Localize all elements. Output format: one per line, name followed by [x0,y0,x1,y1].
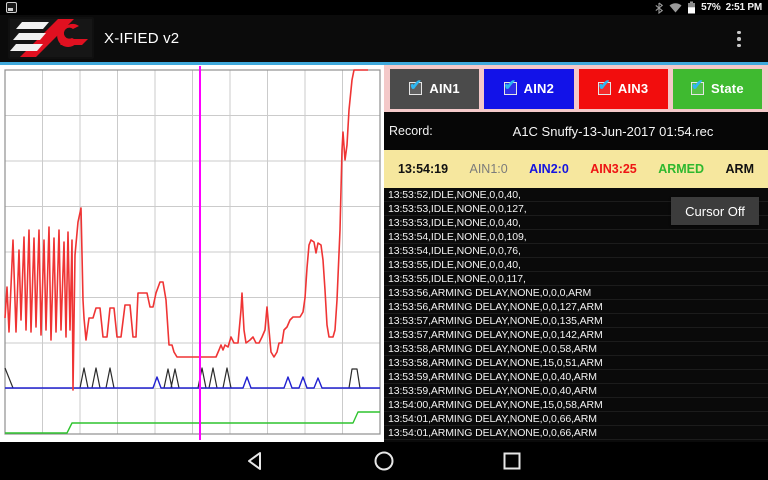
log-row[interactable]: 13:53:58,ARMING DELAY,NONE,0,0,58,ARM [384,342,768,356]
readout-ain3: AIN3:25 [590,162,637,176]
log-row[interactable]: 13:53:57,ARMING DELAY,NONE,0,0,135,ARM [384,314,768,328]
log-row[interactable]: 13:53:55,IDLE,NONE,0,0,117, [384,272,768,286]
readout-time: 13:54:19 [398,162,448,176]
channel-toggle-state[interactable]: ✔ State [673,69,762,109]
chart-canvas[interactable] [0,65,384,442]
log-row[interactable]: 13:53:56,ARMING DELAY,NONE,0,0,0,ARM [384,286,768,300]
log-row[interactable]: 13:53:59,ARMING DELAY,NONE,0,0,40,ARM [384,384,768,398]
nav-home-button[interactable] [372,450,396,472]
checkbox-checked-icon: ✔ [504,82,517,95]
readout-armed: ARMED [658,162,704,176]
record-filename[interactable]: A1C Snuffy-13-Jun-2017 01:54.rec [472,124,768,139]
log-row[interactable]: 13:54:01,ARMING DELAY,NONE,0,0,66,ARM [384,426,768,440]
checkbox-checked-icon: ✔ [409,82,422,95]
battery-percent: 57% [701,2,720,13]
log-list[interactable]: Cursor Off 13:53:52,IDLE,NONE,0,0,40,13:… [384,188,768,442]
clock: 2:51 PM [726,2,762,13]
channel-toggle-ain1[interactable]: ✔ AIN1 [390,69,479,109]
channel-label: AIN1 [429,81,459,96]
readout-ain1: AIN1:0 [470,162,508,176]
overflow-menu-button[interactable] [728,24,750,54]
log-row[interactable]: 13:54:00,ARMING DELAY,NONE,15,0,58,ARM [384,398,768,412]
log-row[interactable]: 13:54:01,ARMING DELAY,NONE,0,0,66,ARM [384,412,768,426]
chart-panel [0,65,384,442]
channel-toggle-bar: ✔ AIN1 ✔ AIN2 ✔ AIN3 ✔ State [384,65,768,112]
xe-logo [8,17,94,59]
record-row: Record: A1C Snuffy-13-Jun-2017 01:54.rec [384,112,768,150]
nav-recents-button[interactable] [500,450,524,472]
android-status-bar: 57% 2:51 PM [0,0,768,15]
bluetooth-icon [654,2,664,14]
app-screen: 57% 2:51 PM X-IFIED v2 ✔ AIN1 ✔ AIN2 ✔ AIN3 ✔ S… [0,0,768,480]
channel-toggle-ain2[interactable]: ✔ AIN2 [484,69,573,109]
channel-toggle-ain3[interactable]: ✔ AIN3 [579,69,668,109]
log-row[interactable]: 13:53:57,ARMING DELAY,NONE,0,0,142,ARM [384,328,768,342]
readout-ain2: AIN2:0 [529,162,569,176]
log-row[interactable]: 13:53:54,IDLE,NONE,0,0,109, [384,230,768,244]
checkbox-checked-icon: ✔ [598,82,611,95]
log-row[interactable]: 13:53:54,IDLE,NONE,0,0,76, [384,244,768,258]
record-label: Record: [384,124,472,138]
screenshot-notification-icon [6,2,17,13]
channel-label: AIN3 [618,81,648,96]
wifi-icon [669,2,682,13]
battery-icon [687,1,696,14]
android-nav-bar [0,442,768,480]
side-panel: ✔ AIN1 ✔ AIN2 ✔ AIN3 ✔ State Record: A1C Snuffy… [384,65,768,442]
log-row[interactable]: 13:53:56,ARMING DELAY,NONE,0,0,127,ARM [384,300,768,314]
nav-back-button[interactable] [244,450,268,472]
log-row[interactable]: 13:53:58,ARMING DELAY,NONE,15,0,51,ARM [384,356,768,370]
log-row[interactable]: 13:53:59,ARMING DELAY,NONE,0,0,40,ARM [384,370,768,384]
readout-state: ARM [726,162,754,176]
cursor-readout-row: 13:54:19 AIN1:0 AIN2:0 AIN3:25 ARMED ARM [384,150,768,188]
channel-label: AIN2 [524,81,554,96]
cursor-off-button[interactable]: Cursor Off [671,197,759,225]
log-row[interactable]: 13:53:55,IDLE,NONE,0,0,40, [384,258,768,272]
checkbox-checked-icon: ✔ [691,82,704,95]
channel-label: State [711,81,744,96]
app-bar: X-IFIED v2 [0,15,768,62]
app-title: X-IFIED v2 [104,15,179,62]
